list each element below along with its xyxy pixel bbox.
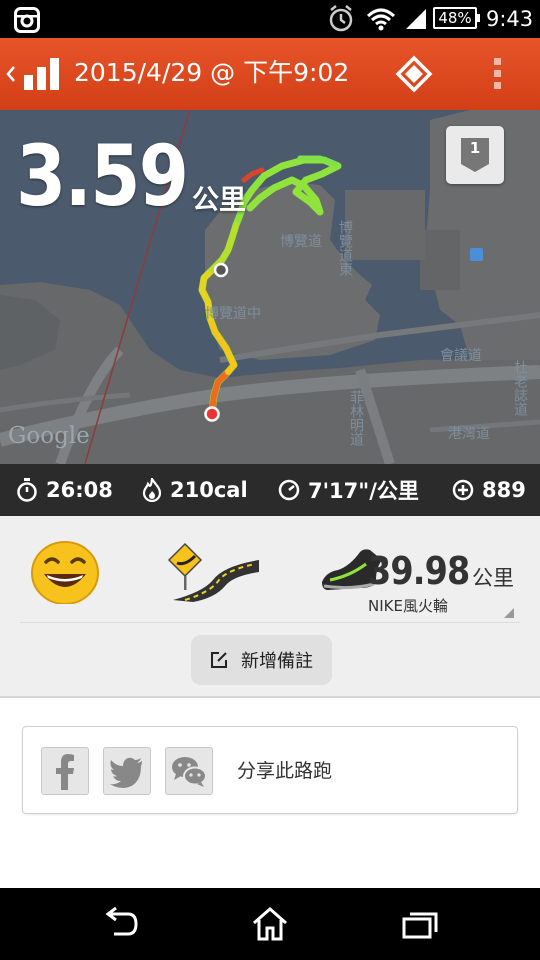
navigation-bar <box>0 888 540 960</box>
back-chevron-icon <box>6 66 15 82</box>
road-terrain-icon[interactable] <box>163 542 261 602</box>
up-button[interactable] <box>4 52 68 96</box>
diamond-tag-icon <box>395 55 433 93</box>
signal-icon <box>406 9 426 29</box>
shoe-total-distance: 39.98 <box>368 549 470 593</box>
happy-face-mood-icon[interactable] <box>30 538 100 604</box>
back-icon[interactable] <box>100 906 140 942</box>
divider <box>20 622 520 623</box>
route-map[interactable]: 3.59 公里 1 博覽道 博覽道中 博覽道東 會議道 港灣道 菲林明道 杜老誌… <box>0 110 540 464</box>
add-note-button[interactable]: 新增備註 <box>191 635 332 685</box>
wechat-share-button[interactable] <box>165 747 213 795</box>
mile-marker-button[interactable]: 1 <box>446 126 504 184</box>
divider <box>0 696 540 698</box>
clock: 9:43 <box>486 7 534 31</box>
recent-apps-icon[interactable] <box>400 906 440 942</box>
duration-value: 26:08 <box>46 478 113 502</box>
overflow-menu-icon <box>494 58 501 89</box>
nikefuel-value: 889 <box>482 478 526 502</box>
stopwatch-icon <box>17 478 37 502</box>
nikefuel-stat: 889 <box>452 464 526 516</box>
activity-date-title: 2015/4/29 @ 下午9:02 <box>74 58 350 87</box>
edit-note-icon <box>211 652 227 668</box>
shoe-name: NIKE風火輪 <box>368 597 448 615</box>
twitter-icon <box>110 757 142 788</box>
pace-value: 7'17"/公里 <box>308 479 419 503</box>
battery-percent: 48% <box>438 9 472 27</box>
bar-chart-icon <box>24 58 59 90</box>
total-distance: 3.59 <box>16 127 189 225</box>
map-label: 杜老誌道 <box>512 360 528 416</box>
pace-gauge-icon <box>278 479 300 501</box>
distance-unit: 公里 <box>192 185 246 216</box>
twitter-share-button[interactable] <box>103 747 151 795</box>
map-label: 港灣道 <box>448 426 490 442</box>
duration-stat: 26:08 <box>16 464 113 516</box>
calories-stat: 210cal <box>142 464 248 516</box>
map-label: 博覽道中 <box>205 306 261 322</box>
flame-icon <box>142 478 162 502</box>
battery-icon: 48% <box>433 7 480 29</box>
map-label: 會議道 <box>440 348 482 364</box>
map-label: 博覽道東 <box>337 220 353 276</box>
share-run-label: 分享此路跑 <box>237 760 333 782</box>
dropdown-corner-icon[interactable] <box>504 608 514 618</box>
run-summary-panel: 39.98 公里 NIKE風火輪 新增備註 <box>0 516 540 696</box>
tag-button[interactable] <box>394 54 434 94</box>
shoe-distance-unit: 公里 <box>472 566 514 590</box>
wechat-icon <box>172 757 207 787</box>
nikefuel-icon <box>452 479 474 501</box>
stats-bar: 26:08 210cal 7'17"/公里 889 <box>0 464 540 516</box>
share-section: 分享此路跑 <box>0 696 540 888</box>
facebook-icon <box>56 754 74 790</box>
home-icon[interactable] <box>251 906 289 942</box>
wifi-icon <box>366 8 396 31</box>
facebook-share-button[interactable] <box>41 747 89 795</box>
share-box[interactable]: 分享此路跑 <box>22 726 518 814</box>
status-bar: 48% 9:43 <box>0 0 540 38</box>
map-label: 博覽道 <box>280 234 322 250</box>
add-note-label: 新增備註 <box>241 651 313 672</box>
instagram-icon <box>14 7 40 33</box>
map-label: 菲林明道 <box>348 390 364 446</box>
calories-value: 210cal <box>170 478 248 502</box>
action-bar: 2015/4/29 @ 下午9:02 <box>0 38 540 110</box>
alarm-icon <box>329 5 353 32</box>
pace-stat: 7'17"/公里 <box>278 464 419 516</box>
mile-marker-number: 1 <box>469 139 481 157</box>
google-attribution: Google <box>8 423 90 449</box>
overflow-menu-button[interactable] <box>484 52 512 96</box>
